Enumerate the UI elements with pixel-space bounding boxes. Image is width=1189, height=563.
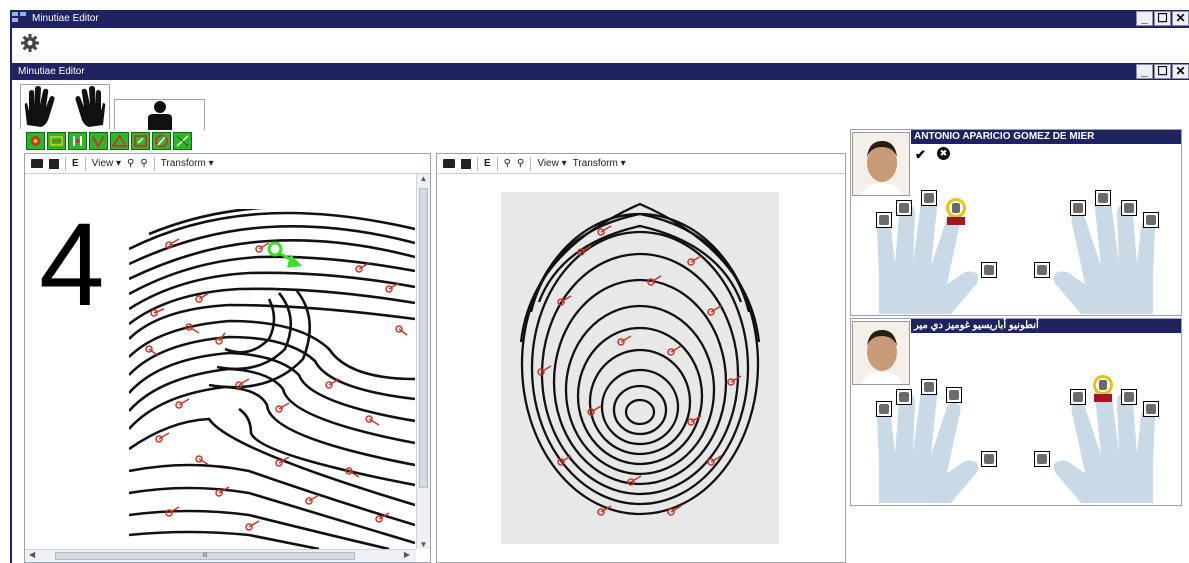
candidate-name-bar: أنطونيو أباريسيو غوميز دي مير [911,319,1181,333]
finger-l2-highlight [947,217,965,225]
tool-3[interactable] [68,132,87,150]
scroll-grip: III [202,553,208,559]
save-icon[interactable] [461,158,471,169]
transform-menu-label: Transform [572,158,618,169]
open-folder-icon[interactable] [31,159,43,168]
transform-menu-label: Transform [160,158,206,169]
horizontal-scroll-thumb[interactable]: III [55,552,355,560]
hands-tab[interactable] [20,84,110,129]
left-fingerprint-image[interactable] [129,209,415,549]
tool-2[interactable] [47,132,66,150]
finger-l2[interactable] [946,387,962,403]
view-menu-label: View [537,158,559,169]
candidate-name: ANTONIO APARICIO GOMEZ DE MIER [914,131,1095,142]
scroll-right-arrow[interactable]: ▶ [404,550,410,559]
right-fingerprint-image[interactable] [501,192,779,544]
finger-l4[interactable] [896,389,912,405]
left-fingerprint-panel: E View ▾ ⚲ ⚲ Transform ▾ 4 ▲ ▼ ◀ III ▶ [24,153,431,563]
finger-r2[interactable] [1070,389,1086,405]
finger-number: 4 [39,199,105,331]
finger-r4[interactable] [1121,389,1137,405]
finger-r3-selected[interactable] [1093,375,1113,395]
edit-e-button[interactable]: E [484,158,491,169]
scroll-up-arrow[interactable]: ▲ [417,174,430,183]
finger-r2[interactable] [1070,200,1086,216]
view-menu[interactable]: View ▾ [537,158,566,169]
candidate-card-1[interactable]: ANTONIO APARICIO GOMEZ DE MIER ✔ ✖ [850,129,1182,316]
zoom-out-icon[interactable]: ⚲ [517,158,524,169]
finger-r1[interactable] [1034,451,1050,467]
left-panel-toolbar: E View ▾ ⚲ ⚲ Transform ▾ [25,154,430,174]
zoom-out-icon[interactable]: ⚲ [140,158,147,169]
finger-l5[interactable] [876,212,892,228]
minimize-button[interactable]: _ [1136,11,1153,26]
close-button[interactable]: ✕ [1172,11,1189,26]
scroll-left-arrow[interactable]: ◀ [29,550,35,559]
app-icon [10,10,30,24]
app-title-bar: Minutiae Editor _ ☐ ✕ [10,10,1189,28]
hands-icon [24,86,106,127]
scroll-down-arrow[interactable]: ▼ [417,540,430,549]
window-left-border [10,28,12,563]
settings-gear-icon[interactable] [20,33,40,53]
tool-8[interactable] [173,132,192,150]
finger-l2-selected[interactable] [946,198,966,218]
finger-l3[interactable] [921,190,937,206]
maximize-button[interactable]: ☐ [1154,11,1171,26]
finger-l1[interactable] [981,262,997,278]
zoom-in-icon[interactable]: ⚲ [127,158,134,169]
inner-title: Minutiae Editor [18,66,85,77]
tool-6[interactable] [131,132,150,150]
inner-close-button[interactable]: ✕ [1172,64,1189,79]
vertical-scroll-thumb[interactable] [419,188,428,488]
app-title: Minutiae Editor [32,13,99,24]
transform-menu[interactable]: Transform ▾ [573,158,626,169]
left-horizontal-scrollbar[interactable]: ◀ III ▶ [25,549,416,562]
tool-5[interactable] [110,132,129,150]
view-menu[interactable]: View ▾ [92,158,121,169]
tool-7[interactable] [152,132,171,150]
inner-minimize-button[interactable]: _ [1136,64,1153,79]
finger-r5[interactable] [1143,212,1159,228]
left-vertical-scrollbar[interactable]: ▲ ▼ [416,174,430,549]
finger-r3-highlight [1094,394,1112,402]
candidate-card-2[interactable]: أنطونيو أباريسيو غوميز دي مير [850,318,1182,506]
finger-r1[interactable] [1034,262,1050,278]
view-menu-label: View [91,158,114,169]
save-icon[interactable] [49,158,59,169]
right-fingerprint-panel: E ⚲ ⚲ View ▾ Transform ▾ [436,153,846,563]
inner-title-bar: Minutiae Editor _ ☐ ✕ [10,63,1189,80]
tool-4[interactable] [89,132,108,150]
editor-toolbar [26,132,194,152]
right-panel-toolbar: E ⚲ ⚲ View ▾ Transform ▾ [437,154,845,174]
finger-r4[interactable] [1121,200,1137,216]
finger-l5[interactable] [876,401,892,417]
open-folder-icon[interactable] [443,159,455,168]
finger-l3[interactable] [921,379,937,395]
edit-e-button[interactable]: E [72,158,79,169]
candidate-name: أنطونيو أباريسيو غوميز دي مير [914,320,1039,331]
candidate-name-bar: ANTONIO APARICIO GOMEZ DE MIER [911,130,1181,144]
person-tab[interactable] [114,99,205,130]
reject-cancel-icon[interactable]: ✖ [937,147,950,160]
inner-maximize-button[interactable]: ☐ [1154,64,1171,79]
tool-1[interactable] [26,132,45,150]
finger-r3[interactable] [1095,190,1111,206]
finger-r5[interactable] [1143,401,1159,417]
zoom-in-icon[interactable]: ⚲ [504,158,511,169]
accept-check-icon[interactable]: ✔ [915,147,926,163]
finger-l4[interactable] [896,200,912,216]
finger-l1[interactable] [981,451,997,467]
transform-menu[interactable]: Transform ▾ [161,158,214,169]
person-icon [148,101,172,130]
